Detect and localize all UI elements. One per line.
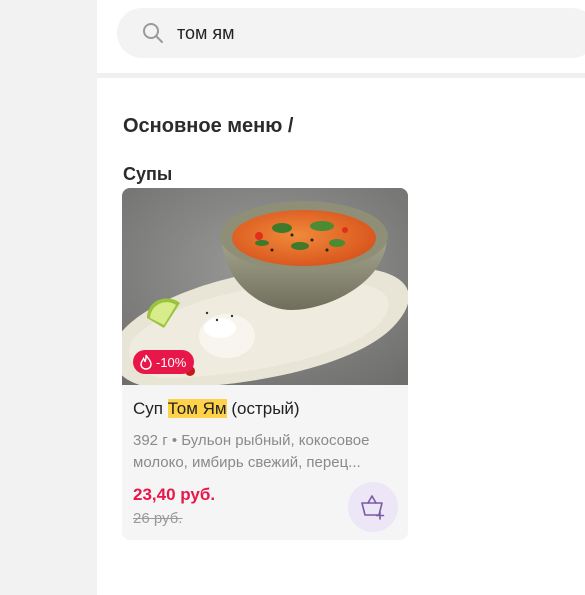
product-description-line2: молоко, имбирь свежий, перец... — [133, 454, 361, 471]
product-card[interactable]: -10% Суп Том Ям (острый) 392 г • Бульон … — [122, 188, 408, 540]
main-content: том ям Основное меню / Супы -10% Суп Том… — [97, 0, 585, 595]
product-name-highlight: Том Ям — [167, 399, 227, 418]
basket-plus-icon — [361, 495, 385, 520]
price-old: 26 руб. — [133, 510, 183, 527]
add-to-cart-button[interactable] — [348, 482, 398, 532]
discount-badge: -10% — [133, 350, 195, 374]
category-title: Супы — [123, 164, 173, 184]
left-gutter — [0, 0, 97, 595]
product-image[interactable]: -10% — [122, 188, 408, 385]
search-icon — [143, 23, 163, 43]
search-bar: том ям — [97, 0, 585, 78]
product-description-line1: 392 г • Бульон рыбный, кокосовое — [133, 432, 370, 449]
section-title: Основное меню / — [123, 115, 294, 137]
discount-label: -10% — [156, 354, 187, 370]
product-description: 392 г • Бульон рыбный, кокосовое молоко,… — [133, 430, 401, 474]
price-new: 23,40 руб. — [133, 485, 216, 504]
product-name[interactable]: Суп Том Ям (острый) — [133, 397, 300, 421]
flame-icon — [140, 354, 152, 370]
search-input[interactable]: том ям — [117, 8, 585, 58]
search-value[interactable]: том ям — [177, 22, 235, 44]
product-name-suffix: (острый) — [226, 399, 300, 418]
product-name-prefix: Суп — [133, 399, 168, 418]
